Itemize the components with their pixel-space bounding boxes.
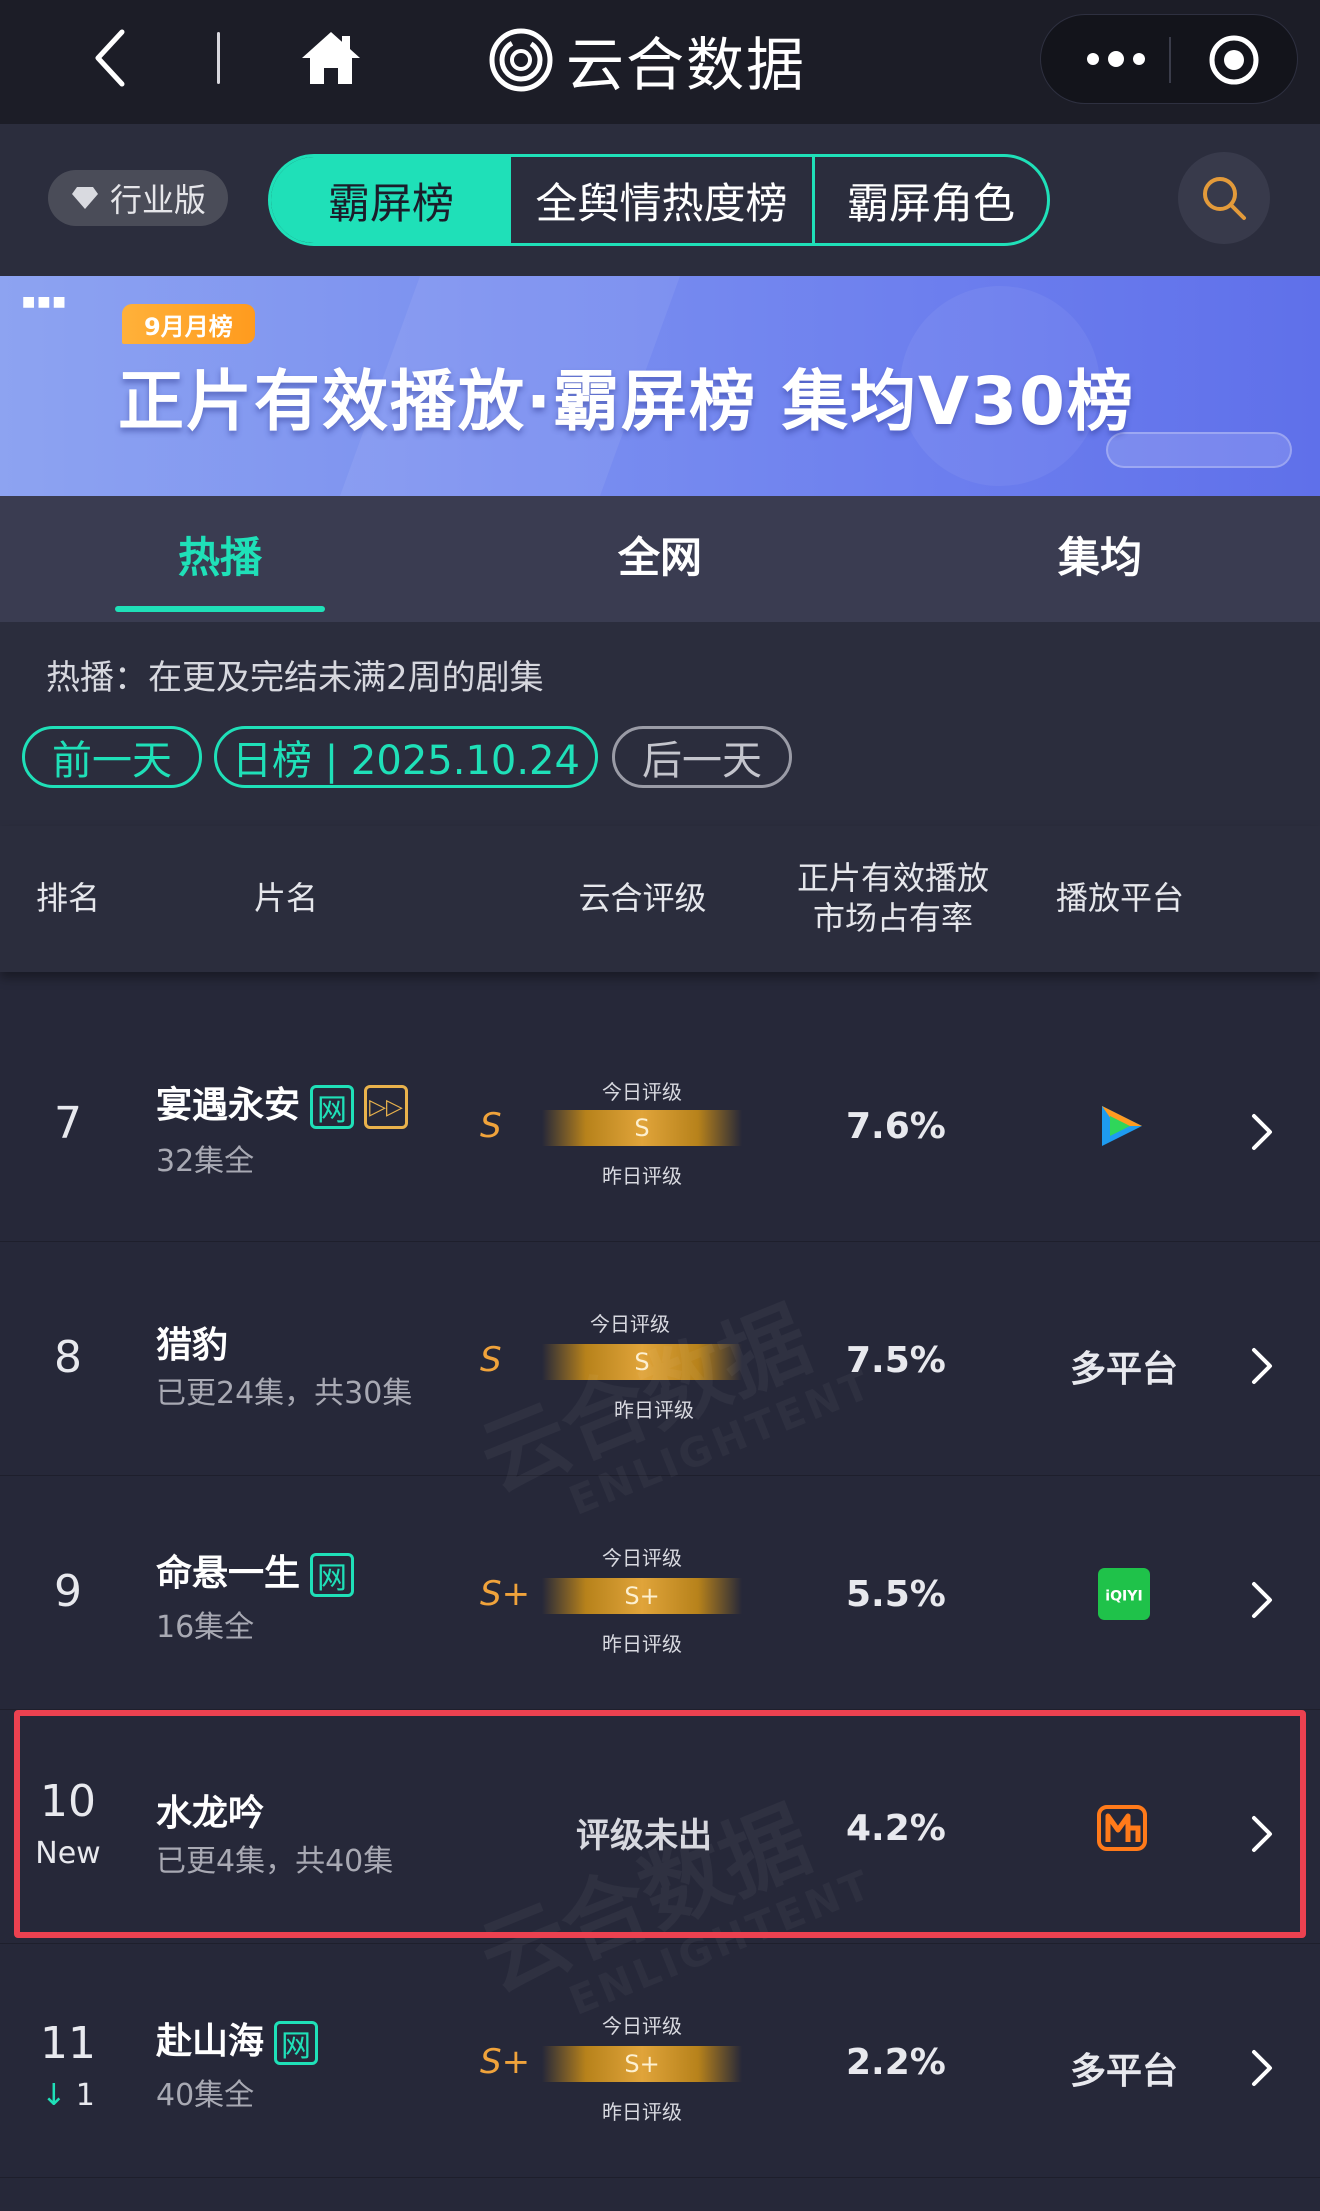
grade-gauge: S+	[542, 2046, 742, 2082]
chevron-right-icon[interactable]	[1250, 1112, 1274, 1152]
search-button[interactable]	[1178, 152, 1270, 244]
grade-gauge: S	[542, 1110, 742, 1146]
header-share-line1: 正片有效播放	[796, 859, 989, 897]
episode-info: 32集全	[156, 1144, 255, 1179]
menu-capsule	[1040, 14, 1298, 104]
yesterday-grade-label: 昨日评级	[602, 1632, 682, 1656]
target-icon[interactable]	[1207, 33, 1261, 87]
today-grade-label: 今日评级	[602, 1080, 682, 1104]
arrow-down-icon: ↓	[41, 2078, 67, 2113]
filter-row: 行业版 霸屏榜 全舆情热度榜 霸屏角色	[0, 124, 1320, 276]
platform-multi: 多平台	[1070, 1349, 1179, 1390]
grade-letter: S+	[480, 1574, 531, 1614]
mini-program-topbar: 云合数据	[0, 0, 1320, 124]
vip-tag: ▷▷	[364, 1085, 409, 1129]
grade-letter: S+	[480, 2042, 531, 2082]
market-share: 5.5%	[846, 1574, 946, 1615]
header-grade: 云合评级	[578, 879, 707, 917]
header-share-line2: 市场占有率	[812, 899, 973, 937]
sub-tabs: 热播 全网 集均	[0, 496, 1320, 622]
tab-bapingbang[interactable]: 霸屏榜	[271, 157, 511, 243]
iqiyi-logo-text: iQIYI	[1105, 1589, 1142, 1605]
next-day-button[interactable]: 后一天	[612, 726, 792, 788]
grade-letter: S	[480, 1340, 502, 1380]
show-title: 赴山海网	[156, 2012, 319, 2065]
table-row[interactable]: 7 宴遇永安网 ▷▷ 32集全 S 今日评级 S 昨日评级 7.6%	[0, 1008, 1320, 1242]
topbar-divider	[217, 32, 220, 84]
monthly-banner[interactable]: ■■■ 9月月榜 正片有效播放·霸屏榜 集均V30榜	[0, 276, 1320, 496]
header-rank: 排名	[35, 879, 100, 917]
rank-number: 9	[54, 1566, 82, 1617]
show-title: 猎豹	[156, 1325, 229, 1366]
show-title-text: 赴山海	[156, 2021, 265, 2062]
show-title: 宴遇永安网 ▷▷	[156, 1076, 409, 1129]
platform-multi: 多平台	[1070, 2051, 1179, 2092]
edition-badge[interactable]: 行业版	[48, 170, 228, 226]
grade-gauge: S+	[542, 1578, 742, 1614]
today-grade: S	[634, 1114, 650, 1142]
show-title-text: 命悬一生	[156, 1553, 301, 1594]
network-tag: 网	[274, 2021, 319, 2065]
tab-roles[interactable]: 霸屏角色	[815, 157, 1047, 243]
rank-change-value: 1	[75, 2078, 95, 2113]
rank-number: 7	[54, 1098, 82, 1149]
banner-dots: ■■■	[22, 294, 68, 310]
app-title: 云合数据	[566, 31, 807, 99]
header-title: 片名	[253, 879, 318, 917]
show-title: 命悬一生网	[156, 1544, 355, 1597]
home-icon[interactable]	[298, 28, 364, 88]
show-title-text: 宴遇永安	[156, 1085, 301, 1126]
banner-title: 正片有效播放·霸屏榜 集均V30榜	[118, 363, 1135, 440]
logo-icon	[489, 28, 553, 92]
today-grade-label: 今日评级	[602, 2014, 682, 2038]
edition-label: 行业版	[109, 181, 206, 219]
table-header: 排名 片名 云合评级 正片有效播放 市场占有率 播放平台	[0, 826, 1320, 972]
episode-info: 16集全	[156, 1610, 255, 1645]
yesterday-grade-label: 昨日评级	[602, 2100, 682, 2124]
tencent-video-icon	[1102, 1106, 1142, 1146]
today-grade-label: 今日评级	[602, 1546, 682, 1570]
chevron-right-icon[interactable]	[1250, 1580, 1274, 1620]
ranking-segmented-tabs: 霸屏榜 全舆情热度榜 霸屏角色	[268, 154, 1050, 246]
tab-per-episode[interactable]: 集均	[990, 524, 1210, 585]
table-row[interactable]: 9 命悬一生网 16集全 S+ 今日评级 S+ 昨日评级 5.5% iQIYI	[0, 1476, 1320, 1710]
capsule-divider	[1169, 37, 1171, 83]
chevron-right-icon[interactable]	[1250, 2048, 1274, 2088]
iqiyi-icon: iQIYI	[1098, 1568, 1150, 1620]
today-grade: S+	[624, 1582, 660, 1610]
rank-number: 11	[40, 2018, 96, 2069]
ranking-description: 热播：在更及完结未满2周的剧集	[46, 658, 544, 698]
back-icon[interactable]	[90, 28, 130, 88]
today-grade: S+	[624, 2050, 660, 2078]
network-tag: 网	[310, 1553, 355, 1597]
active-tab-indicator	[115, 606, 325, 612]
tab-public-opinion[interactable]: 全舆情热度榜	[511, 157, 815, 243]
yesterday-grade-label: 昨日评级	[602, 1164, 682, 1188]
network-tag: 网	[310, 1085, 355, 1129]
tab-all-network[interactable]: 全网	[550, 524, 770, 585]
rank-change: ↓ 1	[0, 2078, 136, 2113]
market-share: 2.2%	[846, 2042, 946, 2083]
app-title-group: 云合数据	[488, 22, 806, 99]
highlight-box	[14, 1710, 1306, 1938]
chevron-right-icon[interactable]	[1250, 1346, 1274, 1386]
grade-letter: S	[480, 1106, 502, 1146]
date-selector[interactable]: 日榜 | 2025.10.24	[214, 726, 598, 788]
tab-hot[interactable]: 热播	[110, 524, 330, 585]
market-share: 7.6%	[846, 1106, 946, 1147]
diamond-icon	[71, 187, 98, 209]
month-tag: 9月月榜	[122, 304, 255, 344]
episode-info: 已更24集，共30集	[156, 1376, 413, 1411]
description-block: 热播：在更及完结未满2周的剧集 前一天 日榜 | 2025.10.24 后一天	[0, 622, 1320, 826]
search-icon	[1203, 177, 1246, 220]
more-icon[interactable]	[1081, 39, 1151, 79]
prev-day-button[interactable]: 前一天	[22, 726, 202, 788]
episode-info: 40集全	[156, 2078, 255, 2113]
rank-number: 8	[54, 1332, 82, 1383]
header-platform: 播放平台	[1055, 879, 1184, 917]
